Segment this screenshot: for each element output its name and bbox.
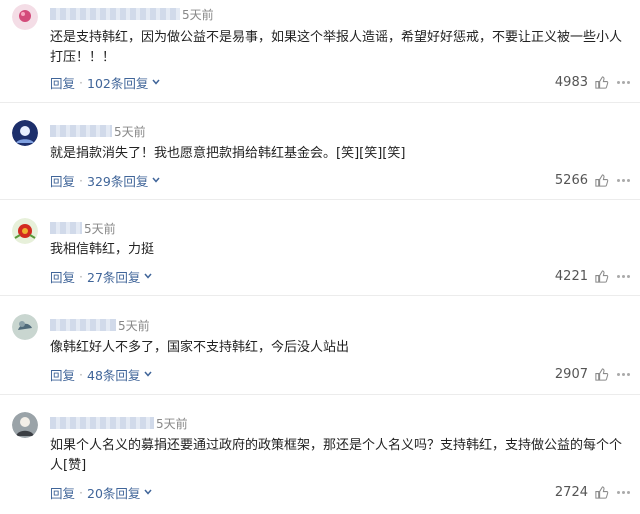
username-redacted[interactable]: [50, 319, 116, 331]
reply-button[interactable]: 回复: [50, 267, 75, 286]
more-dots-icon[interactable]: [617, 80, 630, 84]
chevron-down-icon: [151, 175, 161, 185]
like-area: 4983: [555, 73, 630, 91]
thumbs-up-icon[interactable]: [594, 75, 609, 90]
comment-time: 5天前: [182, 7, 214, 22]
more-dots-icon[interactable]: [617, 178, 630, 182]
comment-item: 5天前 我相信韩红，力挺 回复 · 27条回复 4221: [0, 200, 640, 296]
more-dots-icon[interactable]: [617, 274, 630, 278]
more-dots-icon[interactable]: [617, 490, 630, 494]
comment-time: 5天前: [156, 416, 188, 431]
avatar[interactable]: [12, 314, 38, 340]
thumbs-up-icon[interactable]: [594, 173, 609, 188]
separator: ·: [79, 484, 83, 500]
comment-text: 我相信韩红，力挺: [50, 242, 155, 257]
thumbs-up-icon[interactable]: [594, 485, 609, 500]
like-count: 4983: [554, 74, 588, 90]
comment-list: 5天前 还是支持韩红，因为做公益不是易事，如果这个举报人造谣，希望好好惩戒，不要…: [0, 0, 640, 514]
separator: ·: [79, 268, 83, 284]
replies-count: 329条回复: [87, 173, 149, 189]
comment-item: 5天前 像韩红好人不多了，国家不支持韩红，今后没人站出 回复 · 48条回复 2…: [0, 296, 640, 395]
replies-count: 102条回复: [87, 75, 149, 91]
view-replies-button[interactable]: 329条回复: [87, 171, 161, 190]
comment-text: 像韩红好人不多了，国家不支持韩红，今后没人站出: [50, 340, 350, 355]
reply-button[interactable]: 回复: [50, 483, 75, 502]
like-area: 5266: [555, 171, 630, 189]
avatar[interactable]: [12, 218, 38, 244]
separator: ·: [79, 366, 83, 382]
view-replies-button[interactable]: 27条回复: [87, 267, 153, 286]
reply-button[interactable]: 回复: [50, 365, 75, 384]
username-redacted[interactable]: [50, 417, 154, 429]
comment-actions: 回复 · 102条回复: [50, 73, 161, 91]
reply-button[interactable]: 回复: [50, 171, 75, 190]
like-area: 2907: [555, 365, 630, 383]
chevron-down-icon: [143, 271, 153, 281]
comment-meta: 5天前: [50, 6, 214, 22]
chevron-down-icon: [143, 369, 153, 379]
chevron-down-icon: [151, 77, 161, 87]
comment-item: 5天前 如果个人名义的募捐还要通过政府的政策框架，那还是个人名义吗？支持韩红，支…: [0, 395, 640, 514]
reply-button[interactable]: 回复: [50, 73, 75, 92]
avatar[interactable]: [12, 120, 38, 146]
comment-actions: 回复 · 329条回复: [50, 171, 161, 189]
view-replies-button[interactable]: 102条回复: [87, 73, 161, 92]
comment-text: 还是支持韩红，因为做公益不是易事，如果这个举报人造谣，希望好好惩戒，不要让正义被…: [50, 30, 623, 65]
comment-time: 5天前: [114, 124, 146, 139]
like-count: 5266: [554, 172, 588, 188]
comment-actions: 回复 · 20条回复: [50, 483, 153, 501]
comment-text: 如果个人名义的募捐还要通过政府的政策框架，那还是个人名义吗？支持韩红，支持做公益…: [50, 438, 623, 473]
comment-time: 5天前: [118, 318, 150, 333]
comment-actions: 回复 · 48条回复: [50, 365, 153, 383]
like-count: 2907: [554, 366, 588, 382]
replies-count: 20条回复: [87, 485, 141, 501]
comment-meta: 5天前: [50, 220, 116, 236]
comment-meta: 5天前: [50, 123, 146, 139]
comment-text: 就是捐款消失了！我也愿意把款捐给韩红基金会。[笑][笑][笑]: [50, 146, 406, 161]
avatar[interactable]: [12, 4, 38, 30]
comment-item: 5天前 还是支持韩红，因为做公益不是易事，如果这个举报人造谣，希望好好惩戒，不要…: [0, 0, 640, 103]
username-redacted[interactable]: [50, 125, 112, 137]
username-redacted[interactable]: [50, 8, 180, 20]
avatar[interactable]: [12, 412, 38, 438]
replies-count: 48条回复: [87, 367, 141, 383]
like-area: 4221: [555, 267, 630, 285]
thumbs-up-icon[interactable]: [594, 367, 609, 382]
chevron-down-icon: [143, 487, 153, 497]
replies-count: 27条回复: [87, 269, 141, 285]
comment-meta: 5天前: [50, 415, 188, 431]
thumbs-up-icon[interactable]: [594, 269, 609, 284]
username-redacted[interactable]: [50, 222, 82, 234]
view-replies-button[interactable]: 48条回复: [87, 365, 153, 384]
like-count: 4221: [554, 268, 588, 284]
separator: ·: [79, 172, 83, 188]
comment-item: 5天前 就是捐款消失了！我也愿意把款捐给韩红基金会。[笑][笑][笑] 回复 ·…: [0, 103, 640, 200]
comment-actions: 回复 · 27条回复: [50, 267, 153, 285]
comment-time: 5天前: [84, 221, 116, 236]
comment-meta: 5天前: [50, 317, 150, 333]
separator: ·: [79, 74, 83, 90]
like-count: 2724: [554, 484, 588, 500]
view-replies-button[interactable]: 20条回复: [87, 483, 153, 502]
more-dots-icon[interactable]: [617, 372, 630, 376]
like-area: 2724: [555, 483, 630, 501]
